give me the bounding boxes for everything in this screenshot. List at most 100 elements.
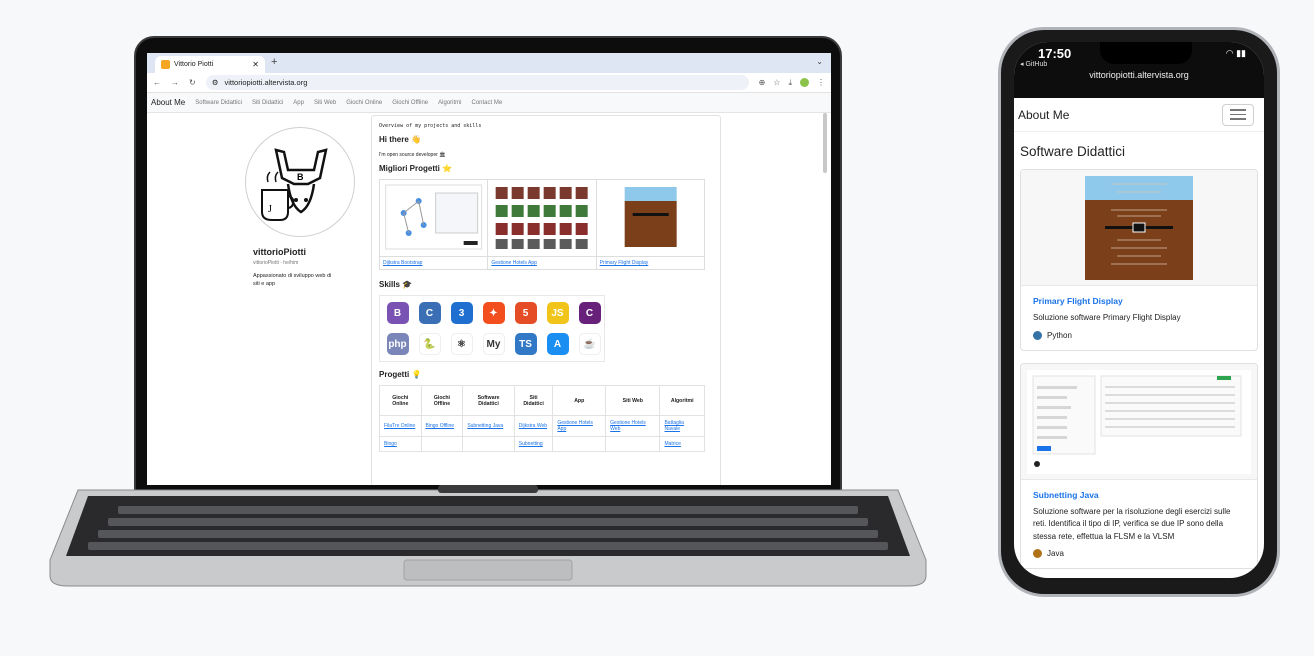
browser-tabbar: Vittorio Piotti ✕ + ⌄	[147, 53, 831, 73]
svg-text:B: B	[297, 172, 304, 182]
nav-item[interactable]: Siti Web	[314, 100, 336, 106]
table-header: Siti Didattici	[513, 385, 554, 416]
browser-tab[interactable]: Vittorio Piotti ✕	[155, 56, 265, 73]
profile-avatar[interactable]	[800, 78, 809, 87]
laptop-keyboard-base	[49, 485, 927, 587]
phone-status-bar: 17:50 ◂ GitHub ◠ ▮▮ vittoriopiotti.alter…	[1014, 42, 1264, 98]
phone-address-url[interactable]: vittoriopiotti.altervista.org	[1014, 70, 1264, 80]
back-icon[interactable]: ←	[153, 78, 161, 87]
project-thumb[interactable]	[487, 179, 597, 257]
menu-kebab-icon[interactable]: ⋮	[817, 78, 825, 87]
project-link[interactable]: Gestione Hotels App	[491, 260, 537, 266]
card-language: Python	[1047, 330, 1072, 340]
readme-intro: I'm open source developer 🏛	[379, 152, 446, 158]
best-projects-heading: Migliori Progetti ⭐	[379, 164, 453, 173]
card-image	[1021, 363, 1257, 480]
react-icon: ⚛	[447, 330, 476, 358]
nav-item[interactable]: Giochi Online	[346, 100, 382, 106]
laptop-screen: Vittorio Piotti ✕ + ⌄ ← → ↻ ⚙ vittoriopi…	[147, 53, 831, 485]
mysql-icon: My	[479, 330, 508, 358]
address-bar[interactable]: ⚙ vittoriopiotti.altervista.org	[205, 75, 749, 90]
navbar-brand[interactable]: About Me	[151, 98, 185, 107]
table-link[interactable]: Battaglia Navale	[664, 420, 683, 432]
table-header: Giochi Online	[379, 385, 422, 416]
close-icon[interactable]: ✕	[252, 60, 259, 69]
wifi-battery-icon: ◠ ▮▮	[1225, 48, 1246, 58]
readme-overview: Overview of my projects and skills	[379, 123, 482, 129]
php-icon: php	[383, 330, 412, 358]
profile-name: vittorioPiotti	[253, 247, 306, 257]
java-icon: ☕	[575, 330, 604, 358]
page-content: B J vittorioPiotti vittorioPiotti · he/h…	[147, 113, 831, 485]
profile-username: vittorioPiotti · he/him	[253, 260, 299, 266]
card-title[interactable]: Primary Flight Display	[1033, 296, 1245, 306]
project-thumb[interactable]	[378, 179, 489, 257]
c-icon: C	[415, 299, 444, 327]
typescript-icon: TS	[511, 330, 540, 358]
project-card[interactable]: Primary Flight Display Soluzione softwar…	[1020, 169, 1258, 351]
section-title: Software Didattici	[1020, 144, 1126, 159]
language-dot-icon	[1033, 330, 1042, 340]
chevron-down-icon[interactable]: ⌄	[816, 57, 823, 66]
hamburger-menu-icon[interactable]	[1222, 103, 1254, 126]
project-card[interactable]: Subnetting Java Soluzione software per l…	[1020, 362, 1258, 569]
table-header: Siti Web	[605, 385, 661, 416]
address-url: vittoriopiotti.altervista.org	[224, 78, 308, 87]
card-language: Java	[1047, 549, 1064, 558]
nav-item[interactable]: App	[293, 100, 304, 106]
nav-item[interactable]: Software Didattici	[195, 100, 242, 106]
phone-notch	[1100, 42, 1192, 64]
table-link[interactable]: Bingo Offline	[426, 423, 455, 429]
card-title[interactable]: Subnetting Java	[1033, 490, 1245, 500]
table-link[interactable]: Bingo	[384, 441, 397, 447]
forward-icon[interactable]: →	[171, 78, 179, 87]
nav-item[interactable]: Siti Didattici	[252, 100, 283, 106]
table-header: App	[552, 385, 607, 416]
reload-icon[interactable]: ↻	[189, 78, 196, 87]
nav-item[interactable]: Contact Me	[471, 100, 502, 106]
table-link[interactable]: Gestione Hotels App	[557, 420, 593, 432]
zoom-icon[interactable]: ⊕	[759, 78, 766, 87]
download-icon[interactable]: ⤓	[788, 78, 792, 88]
back-to-app-link[interactable]: ◂ GitHub	[1020, 60, 1047, 68]
figma-icon: ✦	[479, 299, 508, 327]
bootstrap-icon: B	[383, 299, 412, 327]
profile-avatar-image: B J	[245, 127, 355, 237]
javascript-icon: JS	[543, 299, 572, 327]
best-projects-table: Dijkstra Bootstrap Gestione Hotels App P…	[378, 179, 706, 270]
table-row: FilaTre Online Bingo Offline Subnetting …	[379, 415, 705, 437]
appstore-icon: A	[543, 330, 572, 358]
readme-panel: Overview of my projects and skills Hi th…	[371, 115, 721, 485]
skills-grid: B C 3 ✦ 5 JS Cphp 🐍 ⚛ My TS A ☕	[379, 295, 605, 362]
navbar-brand[interactable]: About Me	[1018, 108, 1069, 122]
table-link[interactable]: Gestione Hotels Web	[610, 420, 646, 432]
projects-table: Giochi Online Giochi Offline Software Di…	[379, 385, 705, 452]
project-link[interactable]: Dijkstra Bootstrap	[383, 260, 422, 266]
table-link[interactable]: Subnetting	[519, 441, 543, 447]
status-time: 17:50	[1038, 46, 1072, 61]
tab-title: Vittorio Piotti	[174, 61, 214, 68]
table-link[interactable]: FilaTre Online	[384, 423, 415, 429]
project-thumb[interactable]	[595, 179, 706, 257]
card-description: Soluzione software Primary Flight Displa…	[1033, 313, 1181, 322]
table-link[interactable]: Matrice	[664, 441, 680, 447]
project-link[interactable]: Primary Flight Display	[600, 260, 649, 266]
new-tab-button[interactable]: +	[271, 56, 277, 68]
browser-toolbar: ← → ↻ ⚙ vittoriopiotti.altervista.org ⊕ …	[147, 73, 831, 93]
csharp-icon: C	[575, 299, 604, 327]
scrollbar[interactable]	[823, 113, 827, 173]
projects-heading: Progetti 💡	[379, 370, 422, 379]
skills-heading: Skills 🎓	[379, 280, 413, 289]
language-dot-icon	[1033, 549, 1042, 558]
site-settings-icon[interactable]: ⚙	[212, 78, 219, 87]
nav-item[interactable]: Giochi Offline	[392, 100, 428, 106]
bookmark-star-icon[interactable]: ☆	[773, 78, 780, 87]
css3-icon: 3	[447, 299, 476, 327]
table-header: Giochi Offline	[420, 385, 464, 416]
table-link[interactable]: Dijkstra Web	[519, 423, 547, 429]
phone-navbar: About Me	[1014, 98, 1264, 132]
table-link[interactable]: Subnetting Java	[467, 423, 503, 429]
card-image	[1021, 170, 1257, 286]
nav-item[interactable]: Algoritmi	[438, 100, 461, 106]
html5-icon: 5	[511, 299, 540, 327]
